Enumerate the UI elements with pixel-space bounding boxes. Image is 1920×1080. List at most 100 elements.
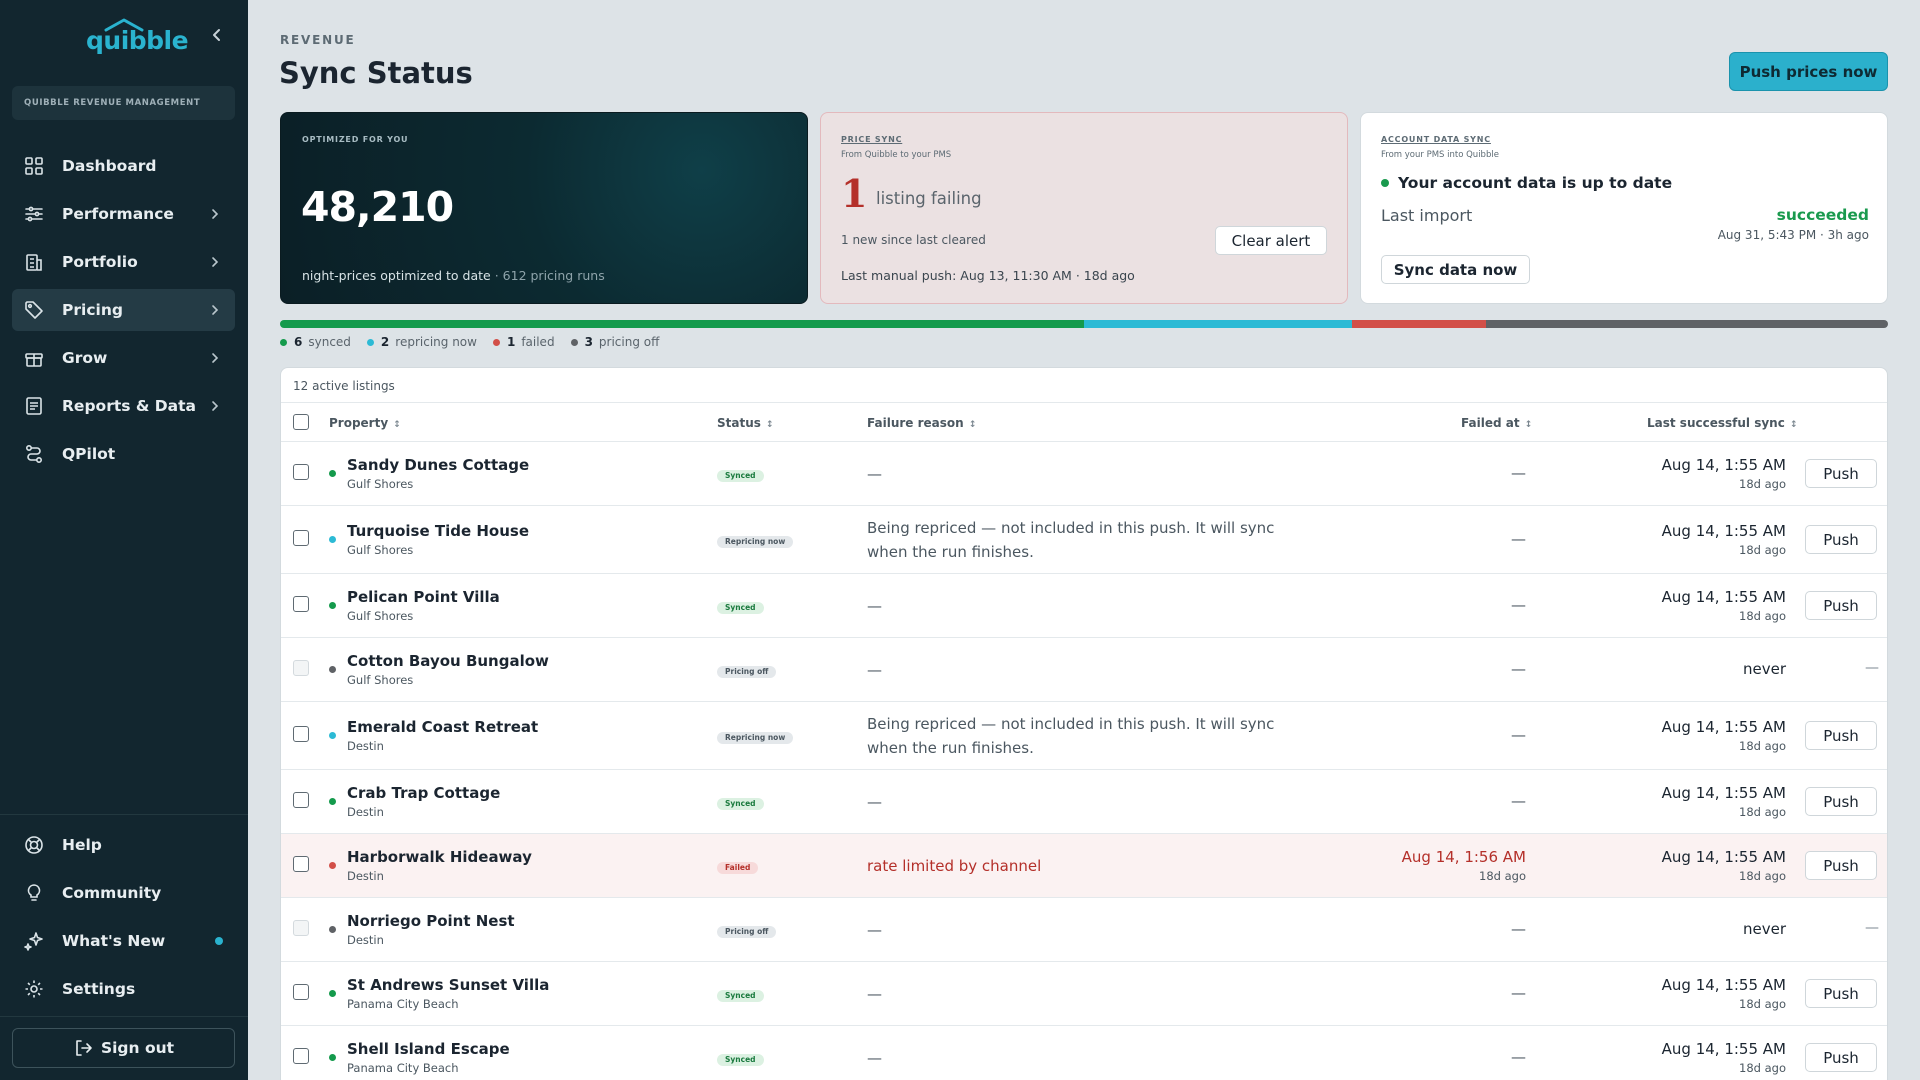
sidebar-divider bbox=[0, 1016, 248, 1017]
sign-out-button[interactable]: Sign out bbox=[12, 1028, 235, 1068]
property-name[interactable]: Crab Trap Cottage bbox=[347, 784, 500, 802]
row-checkbox[interactable] bbox=[293, 856, 309, 872]
column-failed-at[interactable]: Failed at ↕ bbox=[1461, 416, 1532, 430]
import-timestamp: Aug 31, 5:43 PM · 3h ago bbox=[1717, 228, 1869, 242]
table-row[interactable]: Crab Trap Cottage Destin Synced — — Aug 14, 1… bbox=[281, 770, 1887, 834]
import-result: succeeded bbox=[1776, 206, 1869, 224]
failing-count: 1 bbox=[841, 171, 868, 216]
push-button[interactable]: Push bbox=[1805, 851, 1877, 880]
nav-performance[interactable]: Performance bbox=[12, 193, 235, 235]
chevron-right-icon bbox=[209, 303, 221, 317]
legend-label: repricing now bbox=[395, 335, 477, 349]
failed-at-relative: 18d ago bbox=[1479, 869, 1526, 883]
failed-at: — bbox=[1511, 792, 1526, 810]
push-button[interactable]: Push bbox=[1805, 525, 1877, 554]
property-name[interactable]: Harborwalk Hideaway bbox=[347, 848, 532, 866]
collapse-sidebar-icon[interactable] bbox=[206, 24, 228, 46]
sparkle-icon bbox=[24, 931, 44, 951]
last-sync: Aug 14, 1:55 AM bbox=[1661, 588, 1786, 606]
last-sync: Aug 14, 1:55 AM bbox=[1661, 1040, 1786, 1058]
row-checkbox[interactable] bbox=[293, 984, 309, 1000]
property-name[interactable]: Emerald Coast Retreat bbox=[347, 718, 538, 736]
property-name[interactable]: Norriego Point Nest bbox=[347, 912, 515, 930]
table-row[interactable]: Shell Island Escape Panama City Beach Sync… bbox=[281, 1026, 1887, 1080]
property-name[interactable]: Turquoise Tide House bbox=[347, 522, 529, 540]
row-checkbox[interactable] bbox=[293, 530, 309, 546]
select-all-checkbox[interactable] bbox=[293, 414, 309, 430]
last-sync-relative: 18d ago bbox=[1739, 609, 1786, 623]
table-row[interactable]: Harborwalk Hideaway Destin Failed rate limi… bbox=[281, 834, 1887, 898]
card-label: OPTIMIZED FOR YOU bbox=[302, 135, 409, 144]
push-button[interactable]: Push bbox=[1805, 721, 1877, 750]
chevron-right-icon bbox=[209, 351, 221, 365]
failure-reason: — bbox=[867, 1049, 882, 1067]
push-button[interactable]: Push bbox=[1805, 459, 1877, 488]
nav-label: Pricing bbox=[62, 301, 123, 319]
account-sync-card: ACCOUNT DATA SYNC From your PMS into Qui… bbox=[1360, 112, 1888, 304]
push-prices-now-button[interactable]: Push prices now bbox=[1729, 52, 1888, 91]
push-button[interactable]: Push bbox=[1805, 1043, 1877, 1072]
property-name[interactable]: St Andrews Sunset Villa bbox=[347, 976, 549, 994]
report-icon bbox=[24, 396, 44, 416]
legend-count: 6 bbox=[294, 335, 303, 349]
property-name[interactable]: Cotton Bayou Bungalow bbox=[347, 652, 549, 670]
property-name[interactable]: Sandy Dunes Cottage bbox=[347, 456, 529, 474]
account-status: Your account data is up to date bbox=[1381, 174, 1672, 192]
logo-wordmark: quibble bbox=[86, 26, 189, 55]
row-checkbox[interactable] bbox=[293, 1048, 309, 1064]
column-property[interactable]: Property ↕ bbox=[329, 416, 401, 430]
column-last-successful-sync[interactable]: Last successful sync ↕ bbox=[1647, 416, 1797, 430]
account-status-text: Your account data is up to date bbox=[1398, 174, 1673, 192]
nav-dashboard[interactable]: Dashboard bbox=[12, 145, 235, 187]
pricing-runs-count: · 612 pricing runs bbox=[494, 268, 605, 283]
nav-label: Community bbox=[62, 884, 162, 902]
nav-pricing[interactable]: Pricing bbox=[12, 289, 235, 331]
property-location: Gulf Shores bbox=[347, 609, 414, 623]
nav-label: Help bbox=[62, 836, 102, 854]
failed-at: Aug 14, 1:56 AM bbox=[1401, 848, 1526, 866]
property-location: Destin bbox=[347, 739, 384, 753]
table-row[interactable]: Turquoise Tide House Gulf Shores Repricing… bbox=[281, 506, 1887, 574]
legend-dot bbox=[492, 338, 500, 346]
nav-community[interactable]: Community bbox=[12, 872, 235, 914]
column-failure-reason[interactable]: Failure reason ↕ bbox=[867, 416, 976, 430]
sync-data-now-button[interactable]: Sync data now bbox=[1381, 255, 1530, 284]
nav-portfolio[interactable]: Portfolio bbox=[12, 241, 235, 283]
nav-grow[interactable]: Grow bbox=[12, 337, 235, 379]
nav-reports-data[interactable]: Reports & Data bbox=[12, 385, 235, 427]
table-row[interactable]: St Andrews Sunset Villa Panama City Beach… bbox=[281, 962, 1887, 1026]
nav-whats-new[interactable]: What's New bbox=[12, 920, 235, 962]
failure-reason: Being repriced — not included in this pu… bbox=[867, 715, 1275, 757]
status-badge: Failed bbox=[717, 862, 759, 874]
property-name[interactable]: Shell Island Escape bbox=[347, 1040, 510, 1058]
last-sync: Aug 14, 1:55 AM bbox=[1661, 784, 1786, 802]
table-row[interactable]: Pelican Point Villa Gulf Shores Synced — — Au… bbox=[281, 574, 1887, 638]
org-switcher[interactable]: QUIBBLE REVENUE MANAGEMENT bbox=[12, 86, 235, 120]
column-status[interactable]: Status ↕ bbox=[717, 416, 773, 430]
last-sync-relative: 18d ago bbox=[1739, 997, 1786, 1011]
row-checkbox[interactable] bbox=[293, 464, 309, 480]
nav-help[interactable]: Help bbox=[12, 824, 235, 866]
card-label: PRICE SYNC bbox=[841, 135, 903, 144]
property-name[interactable]: Pelican Point Villa bbox=[347, 588, 500, 606]
status-badge: Synced bbox=[717, 602, 764, 614]
push-button[interactable]: Push bbox=[1805, 787, 1877, 816]
nav-label: Portfolio bbox=[62, 253, 138, 271]
row-checkbox[interactable] bbox=[293, 792, 309, 808]
row-checkbox[interactable] bbox=[293, 596, 309, 612]
row-checkbox bbox=[293, 920, 309, 936]
push-button[interactable]: Push bbox=[1805, 591, 1877, 620]
table-row[interactable]: Sandy Dunes Cottage Gulf Shores Synced — — Au… bbox=[281, 442, 1887, 506]
gift-icon bbox=[24, 348, 44, 368]
quibble-logo[interactable]: quibble bbox=[86, 18, 189, 55]
table-row[interactable]: Norriego Point Nest Destin Pricing off — — ne… bbox=[281, 898, 1887, 962]
status-badge: Synced bbox=[717, 798, 764, 810]
table-row[interactable]: Cotton Bayou Bungalow Gulf Shores Pricing … bbox=[281, 638, 1887, 702]
nav-settings[interactable]: Settings bbox=[12, 968, 235, 1010]
nav-qpilot[interactable]: QPilot bbox=[12, 433, 235, 475]
failure-reason: — bbox=[867, 597, 882, 615]
table-row[interactable]: Emerald Coast Retreat Destin Repricing now… bbox=[281, 702, 1887, 770]
row-checkbox[interactable] bbox=[293, 726, 309, 742]
clear-alert-button[interactable]: Clear alert bbox=[1215, 226, 1327, 255]
push-button[interactable]: Push bbox=[1805, 979, 1877, 1008]
